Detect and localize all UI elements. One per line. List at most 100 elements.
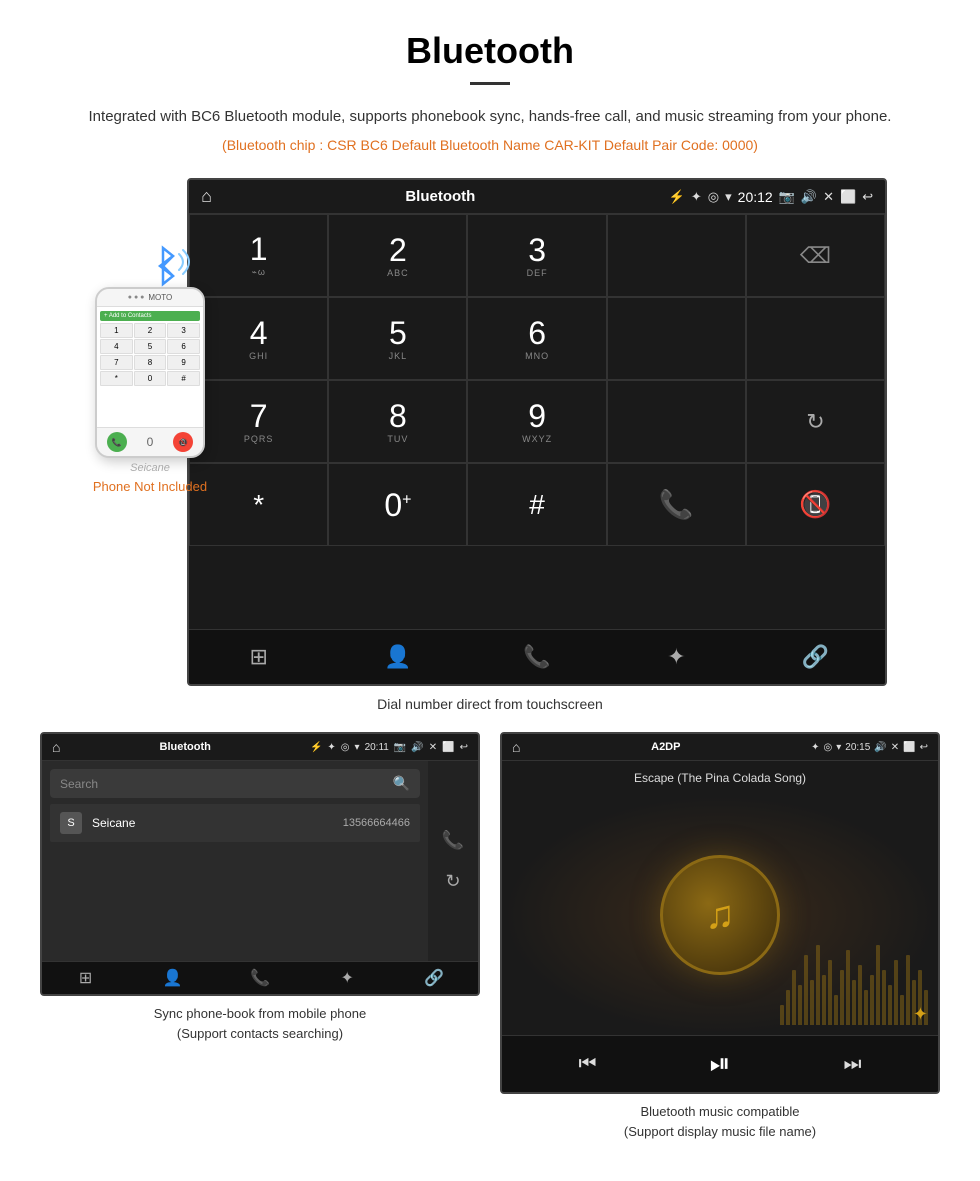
back-icon[interactable]: ↩	[862, 189, 873, 205]
location-icon: ◎	[708, 189, 719, 205]
eq-bar	[858, 965, 862, 1025]
music-caption-line1: Bluetooth music compatible	[641, 1104, 800, 1119]
window-icon[interactable]: ⬜	[840, 189, 856, 205]
nav-calls[interactable]: 📞	[467, 630, 606, 684]
eq-bar	[864, 990, 868, 1025]
eq-bar	[816, 945, 820, 1025]
phonebook-refresh-icon[interactable]: ↻	[445, 871, 460, 892]
dial-key-7[interactable]: 7 PQRS	[189, 380, 328, 463]
dial-key-star[interactable]: *	[189, 463, 328, 546]
phonebook-x-icon[interactable]: ✕	[429, 742, 437, 753]
music-bluetooth-badge: ✦	[913, 1004, 928, 1025]
close-icon[interactable]: ✕	[823, 189, 834, 205]
pb-nav-link[interactable]: 🔗	[391, 968, 478, 988]
music-vol-icon: 🔊	[874, 742, 886, 753]
next-track-button[interactable]: ⏭	[843, 1053, 861, 1076]
music-controls: ⏮ ⏯ ⏭	[502, 1035, 938, 1092]
music-home-icon[interactable]: ⌂	[512, 739, 520, 755]
nav-bluetooth[interactable]: ✦	[607, 630, 746, 684]
phonebook-call-icon[interactable]: 📞	[442, 830, 464, 851]
phonebook-home-icon[interactable]: ⌂	[52, 739, 60, 755]
music-caption: Bluetooth music compatible (Support disp…	[500, 1102, 940, 1141]
phonebook-time: 20:11	[365, 742, 389, 753]
phone-body: ● ● ● MOTO + Add to Contacts 1 2 3 4 5 6…	[95, 287, 205, 458]
app-name-label: Bluetooth	[405, 188, 475, 205]
dial-key-1[interactable]: 1 ⌁ω	[189, 214, 328, 297]
dial-backspace[interactable]: ⌫	[746, 214, 885, 297]
dial-key-9[interactable]: 9 WXYZ	[467, 380, 606, 463]
dial-key-3[interactable]: 3 DEF	[467, 214, 606, 297]
nav-contacts[interactable]: 👤	[328, 630, 467, 684]
status-right: ⚡ ✦ ◎ ▾ 20:12 📷 🔊 ✕ ⬜ ↩	[669, 189, 873, 205]
contact-initial: S	[60, 812, 82, 834]
dial-refresh[interactable]: ↻	[746, 380, 885, 463]
prev-track-button[interactable]: ⏮	[579, 1053, 597, 1076]
phone-screen-header: + Add to Contacts	[100, 311, 200, 321]
music-back-icon[interactable]: ↩	[920, 742, 928, 753]
phone-key-star: *	[100, 371, 133, 386]
phonebook-wifi-icon: ▾	[355, 742, 360, 753]
pb-nav-bt[interactable]: ✦	[304, 968, 391, 988]
dial-call-red-cell[interactable]: 📵	[746, 463, 885, 546]
dial-key-4[interactable]: 4 GHI	[189, 297, 328, 380]
bluetooth-status-icon: ✦	[691, 189, 702, 205]
dial-key-0[interactable]: 0+	[328, 463, 467, 546]
contact-row-seicane[interactable]: S Seicane 13566664466	[50, 804, 420, 842]
phonebook-win-icon[interactable]: ⬜	[442, 742, 454, 753]
phonebook-back-icon[interactable]: ↩	[460, 742, 468, 753]
dial-key-hash[interactable]: #	[467, 463, 606, 546]
page-title: Bluetooth	[40, 30, 940, 72]
nav-dialpad[interactable]: ⊞	[189, 630, 328, 684]
dial-key-2[interactable]: 2 ABC	[328, 214, 467, 297]
phonebook-loc-icon: ◎	[341, 742, 350, 753]
phone-key-1: 1	[100, 323, 133, 338]
eq-bar	[804, 955, 808, 1025]
phone-key-3: 3	[167, 323, 200, 338]
dial-key-5[interactable]: 5 JKL	[328, 297, 467, 380]
eq-bar	[786, 990, 790, 1025]
search-bar[interactable]: Search 🔍	[50, 769, 420, 798]
phonebook-cam-icon: 📷	[394, 742, 406, 753]
phone-key-7: 7	[100, 355, 133, 370]
music-status-right: ✦ ◎ ▾ 20:15 🔊 ✕ ⬜ ↩	[811, 742, 928, 753]
music-x-icon[interactable]: ✕	[891, 742, 899, 753]
volume-icon[interactable]: 🔊	[801, 189, 817, 205]
music-win-icon[interactable]: ⬜	[903, 742, 915, 753]
dialpad-grid: 1 ⌁ω 2 ABC 3 DEF ⌫ 4 GHI	[189, 214, 885, 629]
phone-call-button: 📞	[107, 432, 127, 452]
eq-bar	[888, 985, 892, 1025]
pb-nav-calls[interactable]: 📞	[216, 968, 303, 988]
phone-not-included-label: Phone Not Included	[93, 479, 207, 494]
phone-dialpad: 1 2 3 4 5 6 7 8 9 * 0 #	[100, 323, 200, 386]
phonebook-status-left: ⌂	[52, 739, 60, 755]
pb-nav-contacts[interactable]: 👤	[129, 968, 216, 988]
camera-icon[interactable]: 📷	[779, 189, 795, 205]
eq-bar	[852, 980, 856, 1025]
music-loc-icon: ◎	[824, 742, 833, 753]
phone-illustration: ● ● ● MOTO + Add to Contacts 1 2 3 4 5 6…	[93, 238, 207, 494]
bluetooth-specs: (Bluetooth chip : CSR BC6 Default Blueto…	[40, 137, 940, 153]
music-note-icon: ♫	[705, 893, 735, 938]
dial-key-6[interactable]: 6 MNO	[467, 297, 606, 380]
play-pause-button[interactable]: ⏯	[710, 1048, 731, 1080]
status-left: ⌂	[201, 186, 212, 207]
phonebook-right-panel: 📞 ↻	[428, 761, 478, 961]
dial-empty-1	[607, 214, 746, 297]
phonebook-usb-icon: ⚡	[310, 742, 322, 753]
search-icon: 🔍	[393, 775, 410, 792]
eq-bar	[798, 985, 802, 1025]
dial-call-green-cell[interactable]: 📞	[607, 463, 746, 546]
eq-bar	[780, 1005, 784, 1025]
pb-nav-dialpad[interactable]: ⊞	[42, 968, 129, 988]
nav-link[interactable]: 🔗	[746, 630, 885, 684]
phone-key-hash: #	[167, 371, 200, 386]
home-icon[interactable]: ⌂	[201, 186, 212, 207]
contact-name: Seicane	[92, 816, 343, 830]
phone-key-2: 2	[134, 323, 167, 338]
phone-screen: + Add to Contacts 1 2 3 4 5 6 7 8 9 * 0 …	[97, 307, 203, 427]
dial-key-8[interactable]: 8 TUV	[328, 380, 467, 463]
phonebook-content-area: Search 🔍 S Seicane 13566664466 📞 ↻	[42, 761, 478, 961]
eq-bar	[882, 970, 886, 1025]
phone-end-button: 📵	[173, 432, 193, 452]
contacts-icon: 👤	[384, 644, 411, 670]
